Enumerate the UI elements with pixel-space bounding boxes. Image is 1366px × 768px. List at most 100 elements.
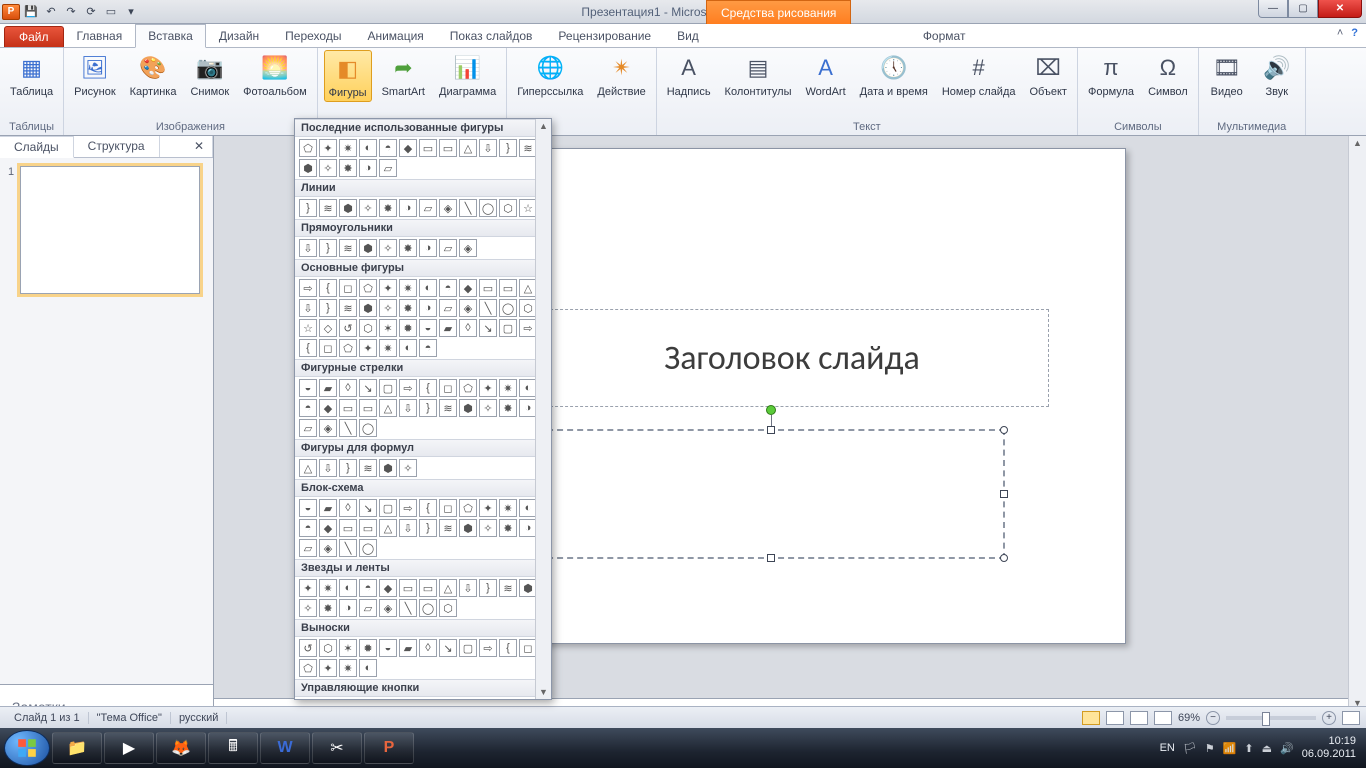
- shape-item[interactable]: ⬢: [339, 199, 357, 217]
- table-button[interactable]: ▦Таблица: [6, 50, 57, 100]
- shape-item[interactable]: ⇩: [459, 579, 477, 597]
- shape-item[interactable]: ▱: [299, 539, 317, 557]
- shape-item[interactable]: ↘: [359, 379, 377, 397]
- shape-item[interactable]: △: [439, 579, 457, 597]
- shape-item[interactable]: △: [299, 459, 317, 477]
- shape-item[interactable]: ⬢: [459, 399, 477, 417]
- qat-more-icon[interactable]: ▾: [122, 3, 140, 21]
- status-theme[interactable]: "Тема Office": [89, 712, 171, 724]
- shape-item[interactable]: ⇩: [399, 519, 417, 537]
- selected-placeholder[interactable]: [537, 429, 1005, 559]
- shape-item[interactable]: }: [339, 459, 357, 477]
- shape-item[interactable]: ▱: [379, 159, 397, 177]
- shape-item[interactable]: ▭: [419, 139, 437, 157]
- rotation-handle-icon[interactable]: [766, 405, 776, 415]
- minimize-button[interactable]: —: [1258, 0, 1288, 18]
- shape-item[interactable]: ✷: [399, 279, 417, 297]
- clipart-button[interactable]: 🎨Картинка: [126, 50, 181, 100]
- shape-item[interactable]: ▢: [459, 639, 477, 657]
- shape-item[interactable]: ⬢: [359, 239, 377, 257]
- shape-item[interactable]: ⬡: [499, 199, 517, 217]
- view-reading-button[interactable]: [1130, 711, 1148, 725]
- shape-item[interactable]: ╲: [479, 299, 497, 317]
- shape-item[interactable]: ✷: [499, 379, 517, 397]
- qat-undo-icon[interactable]: ↶: [42, 3, 60, 21]
- shape-item[interactable]: ◊: [459, 319, 477, 337]
- shape-item[interactable]: △: [379, 519, 397, 537]
- shape-item[interactable]: ☆: [299, 319, 317, 337]
- screenshot-button[interactable]: 📷Снимок: [186, 50, 233, 100]
- shape-item[interactable]: ╲: [339, 539, 357, 557]
- shape-item[interactable]: ◯: [419, 599, 437, 617]
- shape-item[interactable]: ↘: [479, 319, 497, 337]
- resize-handle[interactable]: [1000, 426, 1008, 434]
- shape-item[interactable]: }: [499, 139, 517, 157]
- shape-item[interactable]: ⇩: [399, 399, 417, 417]
- shape-item[interactable]: ◈: [319, 419, 337, 437]
- shape-item[interactable]: ▭: [359, 519, 377, 537]
- shape-item[interactable]: ◯: [499, 299, 517, 317]
- thumbnail-area[interactable]: 1: [0, 158, 213, 684]
- shape-item[interactable]: ◑: [359, 159, 377, 177]
- tray-shield-icon[interactable]: ⚑: [1205, 742, 1215, 755]
- shape-item[interactable]: ✦: [359, 339, 377, 357]
- taskbar-firefox[interactable]: 🦊: [156, 732, 206, 764]
- fit-to-window-button[interactable]: [1342, 711, 1360, 725]
- ribbon-tab-4[interactable]: Анимация: [354, 24, 436, 47]
- shape-item[interactable]: ▭: [479, 279, 497, 297]
- maximize-button[interactable]: ▢: [1288, 0, 1318, 18]
- taskbar-explorer[interactable]: 📁: [52, 732, 102, 764]
- shape-item[interactable]: ≋: [439, 519, 457, 537]
- shape-item[interactable]: ✧: [479, 399, 497, 417]
- shape-item[interactable]: ✸: [499, 399, 517, 417]
- ribbon-tab-0[interactable]: Главная: [64, 24, 136, 47]
- shape-item[interactable]: ▢: [499, 319, 517, 337]
- smartart-button[interactable]: ➦SmartArt: [378, 50, 429, 100]
- taskbar-powerpoint[interactable]: P: [364, 732, 414, 764]
- shape-item[interactable]: ✧: [479, 519, 497, 537]
- shape-item[interactable]: ⇩: [479, 139, 497, 157]
- shape-item[interactable]: {: [419, 379, 437, 397]
- shape-item[interactable]: ⬡: [319, 639, 337, 657]
- shapes-scrollbar[interactable]: ▲ ▼: [535, 119, 551, 699]
- title-placeholder[interactable]: Заголовок слайда: [535, 309, 1049, 407]
- shape-item[interactable]: ▰: [319, 499, 337, 517]
- qat-save-icon[interactable]: 💾: [22, 3, 40, 21]
- shape-item[interactable]: ⇩: [299, 239, 317, 257]
- taskbar-mediaplayer[interactable]: ▶: [104, 732, 154, 764]
- textbox-button[interactable]: AНадпись: [663, 50, 715, 100]
- zoom-slider[interactable]: [1226, 716, 1316, 720]
- shape-item[interactable]: ◑: [419, 299, 437, 317]
- shape-item[interactable]: ◒: [419, 319, 437, 337]
- taskbar-calculator[interactable]: 🖩: [208, 732, 258, 764]
- shape-item[interactable]: ↺: [339, 319, 357, 337]
- tab-slides[interactable]: Слайды: [0, 136, 74, 158]
- shape-item[interactable]: }: [419, 399, 437, 417]
- shape-item[interactable]: ≋: [339, 239, 357, 257]
- shape-item[interactable]: ◈: [379, 599, 397, 617]
- tray-clock[interactable]: 10:19 06.09.2011: [1302, 735, 1356, 760]
- shape-item[interactable]: ✧: [319, 159, 337, 177]
- shape-item[interactable]: ◓: [379, 139, 397, 157]
- shape-item[interactable]: ◯: [359, 539, 377, 557]
- shape-item[interactable]: ✸: [339, 159, 357, 177]
- shape-item[interactable]: ⇩: [319, 459, 337, 477]
- shape-item[interactable]: ✧: [399, 459, 417, 477]
- shape-item[interactable]: ⬢: [359, 299, 377, 317]
- shape-item[interactable]: ▱: [439, 299, 457, 317]
- close-button[interactable]: ✕: [1318, 0, 1362, 18]
- qat-btn-icon[interactable]: ⟳: [82, 3, 100, 21]
- shape-item[interactable]: ╲: [459, 199, 477, 217]
- shape-item[interactable]: ◓: [299, 519, 317, 537]
- shape-item[interactable]: ◆: [459, 279, 477, 297]
- shape-item[interactable]: ◇: [319, 319, 337, 337]
- shape-item[interactable]: ▰: [399, 639, 417, 657]
- slides-pane-close-icon[interactable]: ✕: [186, 136, 213, 157]
- shape-item[interactable]: ⬠: [359, 279, 377, 297]
- shape-item[interactable]: ✦: [479, 379, 497, 397]
- shape-item[interactable]: ✸: [399, 299, 417, 317]
- shape-item[interactable]: ↘: [439, 639, 457, 657]
- shape-item[interactable]: ✶: [339, 639, 357, 657]
- shape-item[interactable]: ◐: [359, 139, 377, 157]
- shape-item[interactable]: ◓: [419, 339, 437, 357]
